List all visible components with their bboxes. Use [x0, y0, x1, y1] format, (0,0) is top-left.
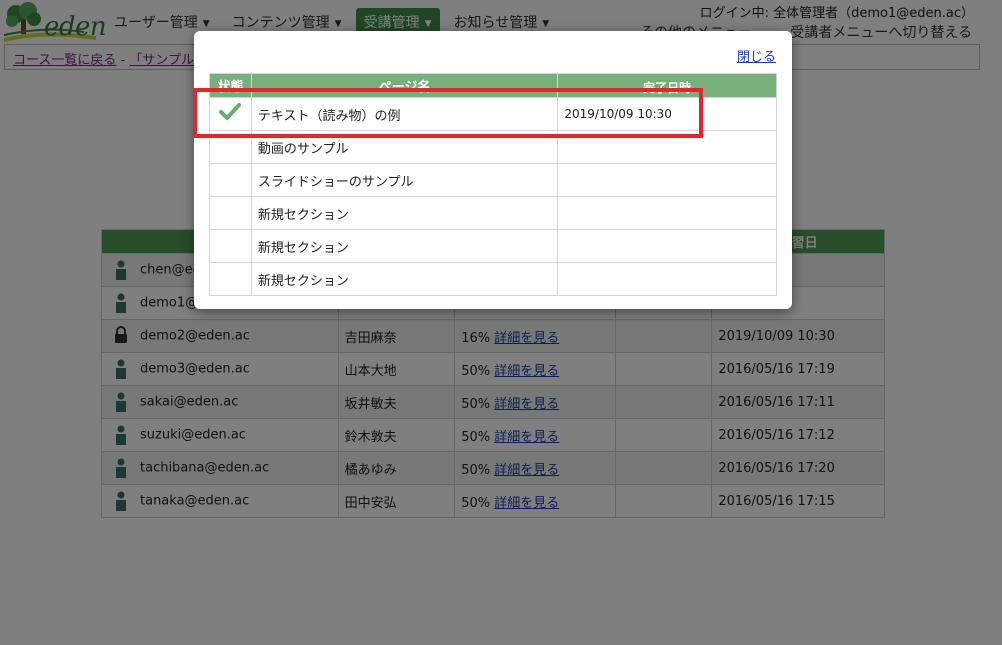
table-row: テキスト（読み物）の例 2019/10/09 10:30 — [209, 97, 777, 131]
table-row: 動画のサンプル — [209, 130, 777, 164]
header-completed-at: 完了日時 — [557, 73, 777, 98]
page-name-cell: スライドショーのサンプル — [250, 163, 559, 197]
completed-at-cell — [557, 229, 777, 263]
completed-at-cell — [557, 130, 777, 164]
header-status: 状態 — [209, 73, 252, 98]
header-page-name: ページ名 — [250, 73, 559, 98]
status-cell — [209, 262, 252, 296]
table-header-row: 状態 ページ名 完了日時 — [209, 73, 777, 98]
page-name-cell: 新規セクション — [250, 229, 559, 263]
page-name-cell: 新規セクション — [250, 196, 559, 230]
status-cell — [209, 163, 252, 197]
check-icon — [219, 103, 242, 120]
status-cell — [209, 130, 252, 164]
page-name-cell: 動画のサンプル — [250, 130, 559, 164]
page-progress-modal: 閉じる 状態 ページ名 完了日時 テキスト（読み物）の例 2019/10/09 1… — [194, 31, 792, 309]
completed-at-cell — [557, 163, 777, 197]
completed-at-cell — [557, 196, 777, 230]
status-cell — [209, 97, 252, 131]
status-cell — [209, 229, 252, 263]
status-cell — [209, 196, 252, 230]
completed-at-cell: 2019/10/09 10:30 — [557, 97, 777, 131]
page-name-cell: テキスト（読み物）の例 — [250, 97, 559, 131]
completed-at-cell — [557, 262, 777, 296]
table-row: 新規セクション — [209, 229, 777, 263]
page-name-cell: 新規セクション — [250, 262, 559, 296]
page-status-table: 状態 ページ名 完了日時 テキスト（読み物）の例 2019/10/09 10:30… — [209, 73, 777, 296]
table-row: 新規セクション — [209, 262, 777, 296]
table-row: スライドショーのサンプル — [209, 163, 777, 197]
table-row: 新規セクション — [209, 196, 777, 230]
close-link[interactable]: 閉じる — [737, 46, 776, 65]
